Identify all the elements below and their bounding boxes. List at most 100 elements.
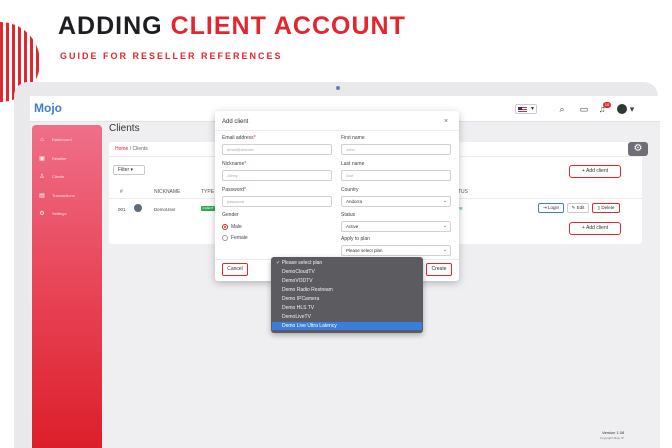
sidebar: ⌂ Dashboard ▣ Reseller ♙ Clients ▤ Trans… bbox=[32, 125, 102, 448]
home-icon: ⌂ bbox=[40, 137, 44, 143]
country-label: Country bbox=[341, 187, 359, 193]
breadcrumb: Home / Clients bbox=[115, 146, 148, 152]
user-avatar[interactable] bbox=[617, 104, 627, 114]
breadcrumb-current: Clients bbox=[132, 146, 148, 152]
column-header-id: # bbox=[120, 189, 123, 195]
plan-option[interactable]: Demo HLS TV bbox=[272, 304, 422, 312]
gear-icon: ⚙ bbox=[633, 143, 643, 154]
page-title: Clients bbox=[109, 123, 140, 134]
lastname-label: Last name bbox=[341, 161, 365, 167]
settings-fab[interactable]: ⚙ bbox=[628, 142, 648, 156]
modal-title: Add client bbox=[222, 119, 249, 125]
filter-label: Filter bbox=[118, 167, 130, 173]
add-client-button-bottom[interactable]: + Add client bbox=[569, 222, 621, 235]
plan-option[interactable]: Demo IPCamera bbox=[272, 295, 422, 303]
gender-male-radio[interactable] bbox=[222, 224, 228, 230]
user-icon: ♙ bbox=[39, 174, 45, 180]
sidebar-item-label: Settings bbox=[52, 211, 67, 216]
login-button[interactable]: ⇥ Login bbox=[538, 203, 564, 213]
chevron-down-icon[interactable]: ▾ bbox=[627, 104, 637, 114]
delete-button[interactable]: ▯ Delete bbox=[592, 203, 620, 213]
delete-label: Delete bbox=[601, 205, 615, 210]
column-header-nickname[interactable]: NICKNAME bbox=[154, 189, 180, 195]
sidebar-item-transactions[interactable]: ▤ Transactions bbox=[38, 191, 98, 201]
banner-title: ADDING CLIENT ACCOUNT bbox=[58, 12, 406, 41]
notification-badge: 10 bbox=[603, 102, 611, 108]
receipt-icon: ▤ bbox=[39, 193, 45, 199]
nickname-field[interactable]: Johny bbox=[222, 170, 332, 181]
plan-dropdown-menu: ✓ Please select plan DemoCloudTV DemoVOD… bbox=[271, 257, 423, 333]
sidebar-item-label: Clients bbox=[52, 174, 65, 179]
password-field[interactable]: password bbox=[222, 196, 332, 207]
filter-button[interactable]: Filter ▾ bbox=[113, 165, 145, 175]
gender-female-radio[interactable] bbox=[222, 235, 228, 241]
users-icon: ▣ bbox=[39, 156, 45, 162]
app-screen: Mojo ▾ ⌕ ▭ ♫ 10 ▾ ⌂ Dashboard ▣ Reseller… bbox=[30, 96, 660, 448]
status-select[interactable]: Active ⌄ bbox=[341, 221, 451, 232]
plan-option-highlighted[interactable]: Demo Live Ultra Latency bbox=[272, 322, 422, 330]
gender-male-label: Male bbox=[231, 224, 242, 230]
sidebar-item-label: Reseller bbox=[52, 156, 67, 161]
plan-value: Please select plan bbox=[346, 248, 383, 253]
row-nickname: DemoUser bbox=[154, 207, 176, 212]
firstname-field[interactable]: John bbox=[341, 144, 451, 155]
sidebar-item-label: Dashboard bbox=[52, 137, 72, 142]
cancel-button[interactable]: Cancel bbox=[222, 263, 248, 276]
plan-option[interactable]: DemoCloudTV bbox=[272, 268, 422, 276]
chevron-down-icon: ⌄ bbox=[442, 223, 447, 229]
gear-icon: ⚙ bbox=[39, 211, 45, 217]
language-selector[interactable]: ▾ bbox=[515, 104, 537, 114]
gender-female-label: Female bbox=[231, 235, 248, 241]
plan-option[interactable]: DemoLiveTV bbox=[272, 313, 422, 321]
sidebar-item-dashboard[interactable]: ⌂ Dashboard bbox=[38, 135, 98, 145]
breadcrumb-home[interactable]: Home bbox=[115, 146, 128, 152]
version-text: Version 1.08 bbox=[602, 430, 625, 435]
country-select[interactable]: Andorra ⌄ bbox=[341, 196, 451, 207]
banner-title-part1: ADDING bbox=[58, 12, 163, 40]
monitor-icon[interactable]: ▭ bbox=[579, 104, 589, 114]
status-label: Status bbox=[341, 212, 356, 218]
search-icon[interactable]: ⌕ bbox=[557, 104, 567, 114]
row-id: 001 bbox=[118, 207, 126, 212]
login-label: Login bbox=[548, 205, 560, 210]
column-header-type[interactable]: TYPE bbox=[201, 189, 214, 195]
edit-button[interactable]: ✎ Edit bbox=[567, 203, 589, 213]
sidebar-item-reseller[interactable]: ▣ Reseller bbox=[38, 154, 98, 164]
email-field[interactable]: email@domain bbox=[222, 144, 332, 155]
camera-dot bbox=[336, 86, 340, 90]
sidebar-item-settings[interactable]: ⚙ Settings bbox=[38, 209, 98, 219]
chevron-down-icon: ▾ bbox=[530, 106, 534, 112]
chevron-down-icon: ⌄ bbox=[442, 247, 447, 253]
client-avatar bbox=[134, 204, 142, 212]
add-client-button[interactable]: + Add client bbox=[569, 165, 621, 178]
plan-option[interactable]: Demo Radio Restream bbox=[272, 286, 422, 294]
guide-banner: ADDING CLIENT ACCOUNT GUIDE FOR RESELLER… bbox=[0, 0, 672, 102]
edit-label: Edit bbox=[576, 205, 585, 210]
type-badge: CLIENT bbox=[201, 206, 215, 211]
chevron-down-icon: ⌄ bbox=[442, 198, 447, 204]
status-value: Active bbox=[346, 224, 359, 229]
plan-label: Apply to plan bbox=[341, 236, 370, 242]
plan-select[interactable]: Please select plan ⌄ bbox=[341, 245, 451, 256]
plan-option[interactable]: ✓ Please select plan bbox=[272, 259, 422, 267]
banner-subtitle: GUIDE FOR RESELLER REFERENCES bbox=[60, 51, 283, 61]
firstname-label: First name bbox=[341, 135, 365, 141]
password-label: Password* bbox=[222, 187, 246, 193]
add-client-modal: Add client × Email address* email@domain… bbox=[215, 111, 459, 281]
gender-label: Gender bbox=[222, 212, 239, 218]
us-flag-icon bbox=[518, 107, 527, 112]
chevron-down-icon: ▾ bbox=[130, 167, 134, 173]
country-value: Andorra bbox=[346, 199, 363, 204]
email-label: Email address* bbox=[222, 135, 256, 141]
app-logo[interactable]: Mojo bbox=[34, 101, 62, 115]
create-button[interactable]: Create bbox=[426, 263, 452, 276]
sidebar-item-label: Transactions bbox=[52, 193, 75, 198]
lastname-field[interactable]: Doe bbox=[341, 170, 451, 181]
divider bbox=[215, 130, 459, 131]
banner-title-part2: CLIENT ACCOUNT bbox=[170, 12, 406, 40]
sidebar-item-clients[interactable]: ♙ Clients bbox=[38, 172, 98, 182]
plan-option[interactable]: DemoVODTV bbox=[272, 277, 422, 285]
copyright-text: Copyright Mojo IP bbox=[600, 436, 624, 440]
close-icon[interactable]: × bbox=[444, 118, 448, 125]
nickname-label: Nickname* bbox=[222, 161, 247, 167]
